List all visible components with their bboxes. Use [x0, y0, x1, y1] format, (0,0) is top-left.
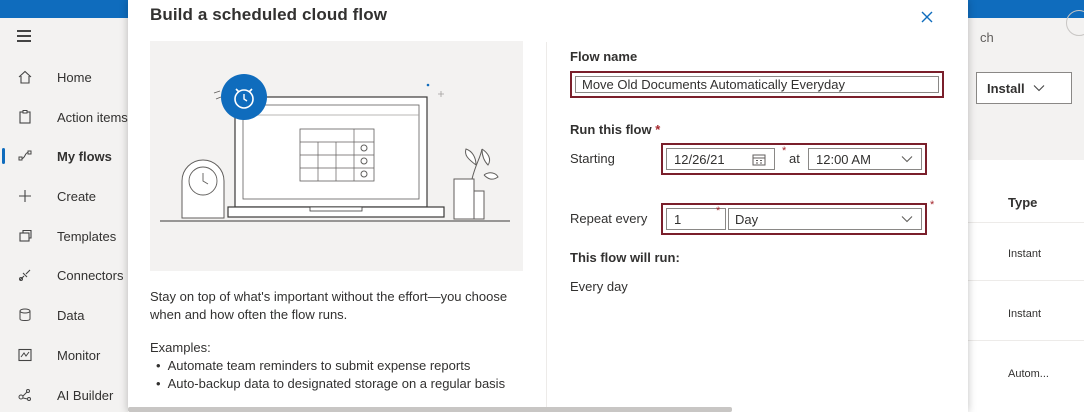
- table-row-type: Instant: [1008, 308, 1042, 320]
- start-time-value: 12:00 AM: [816, 151, 871, 167]
- scheduled-flow-dialog: Build a scheduled cloud flow Stay on top…: [128, 0, 968, 412]
- flow-name-highlight: Move Old Documents Automatically Everyda…: [570, 71, 944, 98]
- row-divider: [968, 340, 1084, 341]
- run-this-flow-label: Run this flow *: [570, 122, 660, 137]
- nav-label: Connectors: [57, 267, 124, 283]
- nav-item-connectors[interactable]: Connectors: [0, 255, 128, 295]
- panel-divider: [546, 42, 547, 412]
- nav-item-ai-builder[interactable]: AI Builder: [0, 375, 128, 412]
- nav-label: My flows: [57, 148, 112, 164]
- run-label-text: Run this flow: [570, 122, 652, 137]
- monitor-icon: [18, 348, 32, 362]
- start-date-value: 12/26/21: [674, 151, 725, 167]
- starting-label: Starting: [570, 151, 615, 166]
- nav-item-templates[interactable]: Templates: [0, 216, 128, 256]
- start-time-dropdown[interactable]: 12:00 AM: [808, 148, 922, 170]
- horizontal-scrollbar[interactable]: [128, 407, 732, 412]
- plus-icon: [19, 190, 31, 202]
- templates-icon: [19, 229, 32, 242]
- row-divider: [968, 280, 1084, 281]
- required-mark: *: [782, 145, 787, 157]
- at-label: at: [789, 151, 800, 166]
- ai-builder-icon: [18, 389, 31, 401]
- table-row-type: Autom...: [1008, 368, 1049, 380]
- row-divider: [968, 222, 1084, 223]
- examples-label: Examples:: [150, 340, 211, 355]
- clipboard-icon: [19, 110, 31, 124]
- flow-name-input[interactable]: Move Old Documents Automatically Everyda…: [575, 76, 939, 93]
- repeat-highlight: 1 * Day: [661, 203, 927, 235]
- nav-item-action-items[interactable]: Action items: [0, 97, 128, 137]
- hamburger-menu-icon[interactable]: [17, 30, 31, 45]
- required-mark: *: [655, 122, 661, 137]
- will-run-value: Every day: [570, 279, 628, 294]
- examples-list: Automate team reminders to submit expens…: [156, 357, 506, 393]
- nav-item-home[interactable]: Home: [0, 57, 128, 97]
- frequency-value: Day: [735, 211, 759, 227]
- repeat-every-label: Repeat every: [570, 211, 648, 226]
- required-mark: *: [930, 199, 935, 211]
- search-text-fragment: ch: [980, 30, 994, 45]
- column-header-type[interactable]: Type: [1008, 195, 1037, 210]
- dialog-description: Stay on top of what's important without …: [150, 289, 508, 322]
- close-icon[interactable]: [916, 6, 938, 28]
- flow-illustration: [150, 41, 523, 271]
- background-content: ch Install Type Instant Instant Autom...: [968, 10, 1084, 412]
- flow-icon: [18, 150, 32, 161]
- start-date-picker[interactable]: 12/26/21: [666, 148, 775, 170]
- will-run-label: This flow will run:: [570, 250, 680, 265]
- dialog-title: Build a scheduled cloud flow: [150, 5, 388, 24]
- calendar-icon[interactable]: [752, 153, 766, 166]
- laptop-illustration: [160, 74, 510, 222]
- profile-avatar[interactable]: [1066, 10, 1084, 36]
- nav-item-data[interactable]: Data: [0, 295, 128, 335]
- chevron-down-icon: [901, 156, 913, 163]
- nav-item-create[interactable]: Create: [0, 176, 128, 216]
- table-row-type: Instant: [1008, 248, 1042, 260]
- nav-item-monitor[interactable]: Monitor: [0, 335, 128, 375]
- nav-label: AI Builder: [57, 387, 114, 403]
- database-icon: [19, 308, 31, 321]
- flows-table: Type Instant Instant Autom...: [968, 160, 1084, 412]
- nav-label: Create: [57, 188, 97, 204]
- nav-label: Action items: [57, 109, 128, 125]
- required-mark: *: [716, 205, 721, 217]
- home-icon: [18, 70, 32, 84]
- install-button[interactable]: Install: [976, 72, 1072, 104]
- connector-icon: [19, 269, 31, 281]
- nav-label: Home: [57, 69, 92, 85]
- chevron-down-icon: [901, 216, 913, 223]
- nav-label: Data: [57, 307, 85, 323]
- left-nav: Home Action items My flows Create Templa…: [0, 18, 128, 412]
- flow-name-label: Flow name: [570, 49, 638, 64]
- start-datetime-highlight: 12/26/21 * at 12:00 AM: [661, 143, 927, 175]
- nav-label: Templates: [57, 228, 117, 244]
- list-item: Automate team reminders to submit expens…: [156, 357, 505, 375]
- install-label: Install: [987, 80, 1025, 96]
- nav-item-my-flows[interactable]: My flows: [0, 136, 128, 176]
- chevron-down-icon: [1033, 85, 1044, 92]
- nav-label: Monitor: [57, 347, 101, 363]
- frequency-dropdown[interactable]: Day: [728, 208, 922, 230]
- list-item: Auto-backup data to designated storage o…: [156, 375, 506, 393]
